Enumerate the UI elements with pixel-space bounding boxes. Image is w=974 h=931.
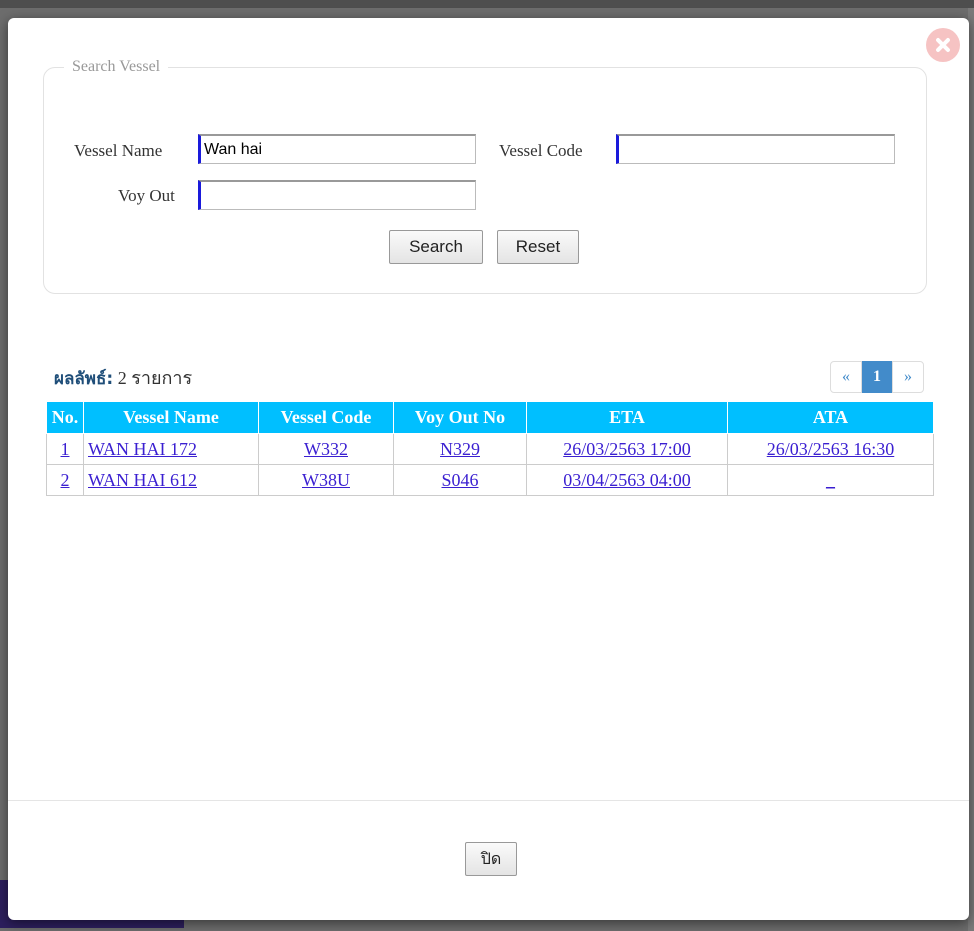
row-ata-link[interactable]: 26/03/2563 16:30 (767, 439, 895, 459)
pagination-prev-button[interactable]: « (830, 361, 862, 393)
column-header-ata: ATA (727, 401, 934, 434)
row-ata-link[interactable]: _ (826, 470, 835, 490)
vessel-name-input[interactable] (198, 134, 476, 164)
row-no-link[interactable]: 2 (61, 470, 70, 490)
row-vessel-name-link[interactable]: WAN HAI 172 (88, 439, 197, 459)
table-header-row: No. Vessel Name Vessel Code Voy Out No E… (46, 401, 934, 434)
results-table: No. Vessel Name Vessel Code Voy Out No E… (46, 401, 934, 496)
close-modal-button[interactable]: ปิด (465, 842, 517, 876)
modal-footer-divider (8, 800, 969, 801)
background-page-top (0, 0, 974, 8)
column-header-no: No. (46, 401, 84, 434)
vessel-name-label: Vessel Name (74, 141, 163, 160)
column-header-eta: ETA (526, 401, 728, 434)
row-voy-out-link[interactable]: S046 (441, 470, 478, 490)
result-count: ผลลัพธ์: 2 รายการ (54, 363, 192, 392)
row-eta-link[interactable]: 26/03/2563 17:00 (563, 439, 691, 459)
column-header-vessel-code: Vessel Code (258, 401, 394, 434)
row-voy-out-link[interactable]: N329 (440, 439, 480, 459)
column-header-vessel-name: Vessel Name (83, 401, 259, 434)
voy-out-input[interactable] (198, 180, 476, 210)
pagination-page-1[interactable]: 1 (862, 361, 892, 393)
search-vessel-modal: Search Vessel Vessel Name Vessel Code Vo… (8, 18, 969, 920)
table-row: 1 WAN HAI 172 W332 N329 26/03/2563 17:00… (46, 433, 934, 465)
search-button[interactable]: Search (389, 230, 483, 264)
vessel-code-input[interactable] (616, 134, 895, 164)
row-vessel-code-link[interactable]: W332 (304, 439, 348, 459)
row-eta-link[interactable]: 03/04/2563 04:00 (563, 470, 691, 490)
row-vessel-code-link[interactable]: W38U (302, 470, 350, 490)
column-header-voy-out-no: Voy Out No (393, 401, 527, 434)
vessel-code-label: Vessel Code (499, 141, 583, 160)
result-count-value: 2 รายการ (113, 368, 193, 388)
search-vessel-legend: Search Vessel (72, 58, 161, 75)
table-row: 2 WAN HAI 612 W38U S046 03/04/2563 04:00… (46, 464, 934, 496)
row-no-link[interactable]: 1 (61, 439, 70, 459)
pagination-next-button[interactable]: » (892, 361, 924, 393)
voy-out-label: Voy Out (118, 186, 175, 205)
reset-button[interactable]: Reset (497, 230, 579, 264)
pagination: « 1 » (830, 361, 924, 393)
row-vessel-name-link[interactable]: WAN HAI 612 (88, 470, 197, 490)
result-count-prefix: ผลลัพธ์: (54, 369, 114, 389)
search-vessel-fieldset: Search Vessel (43, 58, 927, 294)
close-icon[interactable] (926, 28, 960, 62)
